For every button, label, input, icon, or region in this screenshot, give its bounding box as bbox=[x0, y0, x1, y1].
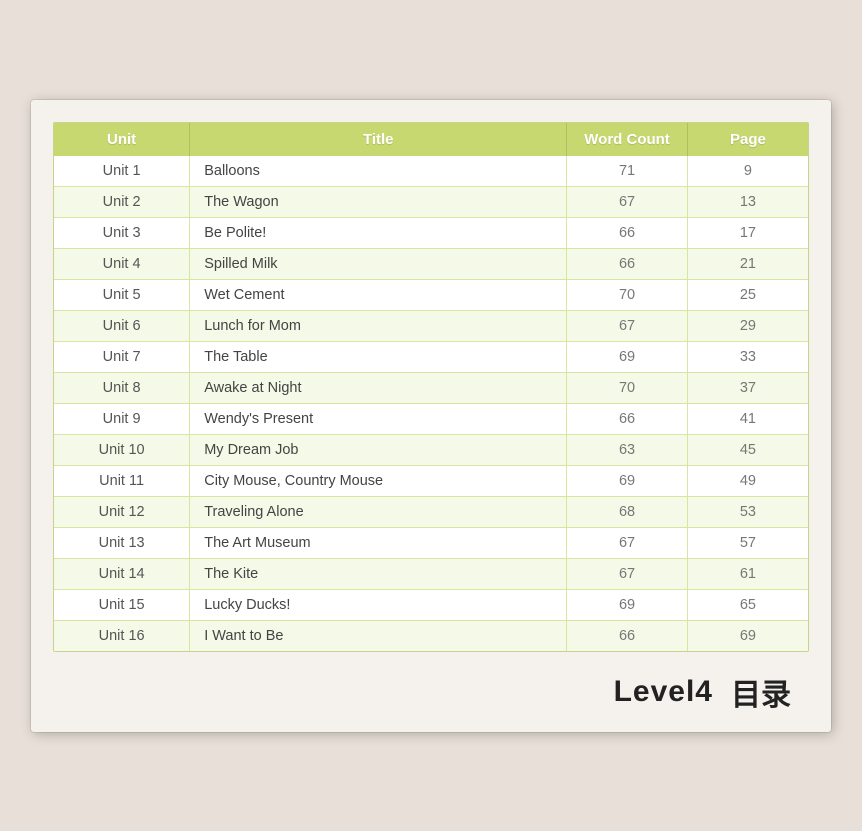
cell-page: 21 bbox=[687, 248, 808, 279]
cell-wordcount: 63 bbox=[567, 434, 688, 465]
table-row: Unit 2The Wagon6713 bbox=[54, 186, 808, 217]
table-row: Unit 9Wendy's Present6641 bbox=[54, 403, 808, 434]
cell-unit: Unit 8 bbox=[54, 372, 190, 403]
cell-wordcount: 66 bbox=[567, 620, 688, 651]
cell-title: City Mouse, Country Mouse bbox=[190, 465, 567, 496]
cell-unit: Unit 12 bbox=[54, 496, 190, 527]
table-row: Unit 1Balloons719 bbox=[54, 156, 808, 187]
cell-unit: Unit 11 bbox=[54, 465, 190, 496]
table-row: Unit 16I Want to Be6669 bbox=[54, 620, 808, 651]
cell-wordcount: 66 bbox=[567, 248, 688, 279]
cell-title: The Art Museum bbox=[190, 527, 567, 558]
header-unit: Unit bbox=[54, 123, 190, 156]
table-row: Unit 14The Kite6761 bbox=[54, 558, 808, 589]
table-row: Unit 4Spilled Milk6621 bbox=[54, 248, 808, 279]
cell-unit: Unit 9 bbox=[54, 403, 190, 434]
header-title: Title bbox=[190, 123, 567, 156]
cell-wordcount: 69 bbox=[567, 589, 688, 620]
table-row: Unit 12Traveling Alone6853 bbox=[54, 496, 808, 527]
cell-wordcount: 67 bbox=[567, 310, 688, 341]
cell-wordcount: 67 bbox=[567, 527, 688, 558]
table-wrapper: Unit Title Word Count Page Unit 1Balloon… bbox=[53, 122, 809, 652]
cell-unit: Unit 3 bbox=[54, 217, 190, 248]
page-container: Unit Title Word Count Page Unit 1Balloon… bbox=[0, 0, 862, 831]
table-header-row: Unit Title Word Count Page bbox=[54, 123, 808, 156]
caption-area: Level4 目录 bbox=[614, 670, 791, 714]
cell-unit: Unit 10 bbox=[54, 434, 190, 465]
cell-page: 33 bbox=[687, 341, 808, 372]
cell-unit: Unit 4 bbox=[54, 248, 190, 279]
cell-page: 69 bbox=[687, 620, 808, 651]
table-row: Unit 13The Art Museum6757 bbox=[54, 527, 808, 558]
cell-title: The Table bbox=[190, 341, 567, 372]
table-row: Unit 10My Dream Job6345 bbox=[54, 434, 808, 465]
cell-unit: Unit 15 bbox=[54, 589, 190, 620]
cell-page: 45 bbox=[687, 434, 808, 465]
cell-title: Lucky Ducks! bbox=[190, 589, 567, 620]
cell-title: The Wagon bbox=[190, 186, 567, 217]
cell-wordcount: 70 bbox=[567, 279, 688, 310]
cell-page: 65 bbox=[687, 589, 808, 620]
cell-title: Awake at Night bbox=[190, 372, 567, 403]
cell-page: 25 bbox=[687, 279, 808, 310]
cell-unit: Unit 14 bbox=[54, 558, 190, 589]
table-row: Unit 7The Table6933 bbox=[54, 341, 808, 372]
cell-unit: Unit 1 bbox=[54, 156, 190, 187]
cell-wordcount: 68 bbox=[567, 496, 688, 527]
cell-page: 49 bbox=[687, 465, 808, 496]
polaroid-frame: Unit Title Word Count Page Unit 1Balloon… bbox=[31, 100, 831, 732]
cell-title: I Want to Be bbox=[190, 620, 567, 651]
table-row: Unit 3Be Polite!6617 bbox=[54, 217, 808, 248]
caption-level: Level4 bbox=[614, 675, 713, 709]
cell-unit: Unit 2 bbox=[54, 186, 190, 217]
cell-page: 57 bbox=[687, 527, 808, 558]
cell-unit: Unit 6 bbox=[54, 310, 190, 341]
cell-page: 37 bbox=[687, 372, 808, 403]
cell-unit: Unit 5 bbox=[54, 279, 190, 310]
cell-page: 29 bbox=[687, 310, 808, 341]
cell-wordcount: 69 bbox=[567, 465, 688, 496]
cell-title: Be Polite! bbox=[190, 217, 567, 248]
cell-page: 41 bbox=[687, 403, 808, 434]
header-page: Page bbox=[687, 123, 808, 156]
cell-wordcount: 67 bbox=[567, 558, 688, 589]
cell-unit: Unit 16 bbox=[54, 620, 190, 651]
cell-title: Lunch for Mom bbox=[190, 310, 567, 341]
cell-unit: Unit 7 bbox=[54, 341, 190, 372]
table-row: Unit 8Awake at Night7037 bbox=[54, 372, 808, 403]
contents-table: Unit Title Word Count Page Unit 1Balloon… bbox=[54, 123, 808, 651]
cell-title: Spilled Milk bbox=[190, 248, 567, 279]
cell-title: Balloons bbox=[190, 156, 567, 187]
table-row: Unit 11City Mouse, Country Mouse6949 bbox=[54, 465, 808, 496]
cell-title: Wet Cement bbox=[190, 279, 567, 310]
cell-page: 17 bbox=[687, 217, 808, 248]
table-row: Unit 6Lunch for Mom6729 bbox=[54, 310, 808, 341]
cell-wordcount: 69 bbox=[567, 341, 688, 372]
header-wordcount: Word Count bbox=[567, 123, 688, 156]
cell-wordcount: 67 bbox=[567, 186, 688, 217]
cell-unit: Unit 13 bbox=[54, 527, 190, 558]
table-row: Unit 5Wet Cement7025 bbox=[54, 279, 808, 310]
cell-title: The Kite bbox=[190, 558, 567, 589]
cell-wordcount: 70 bbox=[567, 372, 688, 403]
cell-wordcount: 71 bbox=[567, 156, 688, 187]
cell-page: 61 bbox=[687, 558, 808, 589]
cell-page: 53 bbox=[687, 496, 808, 527]
cell-title: Wendy's Present bbox=[190, 403, 567, 434]
cell-page: 9 bbox=[687, 156, 808, 187]
cell-title: My Dream Job bbox=[190, 434, 567, 465]
cell-title: Traveling Alone bbox=[190, 496, 567, 527]
caption-chinese: 目录 bbox=[731, 670, 791, 714]
cell-wordcount: 66 bbox=[567, 403, 688, 434]
cell-page: 13 bbox=[687, 186, 808, 217]
cell-wordcount: 66 bbox=[567, 217, 688, 248]
table-row: Unit 15Lucky Ducks!6965 bbox=[54, 589, 808, 620]
